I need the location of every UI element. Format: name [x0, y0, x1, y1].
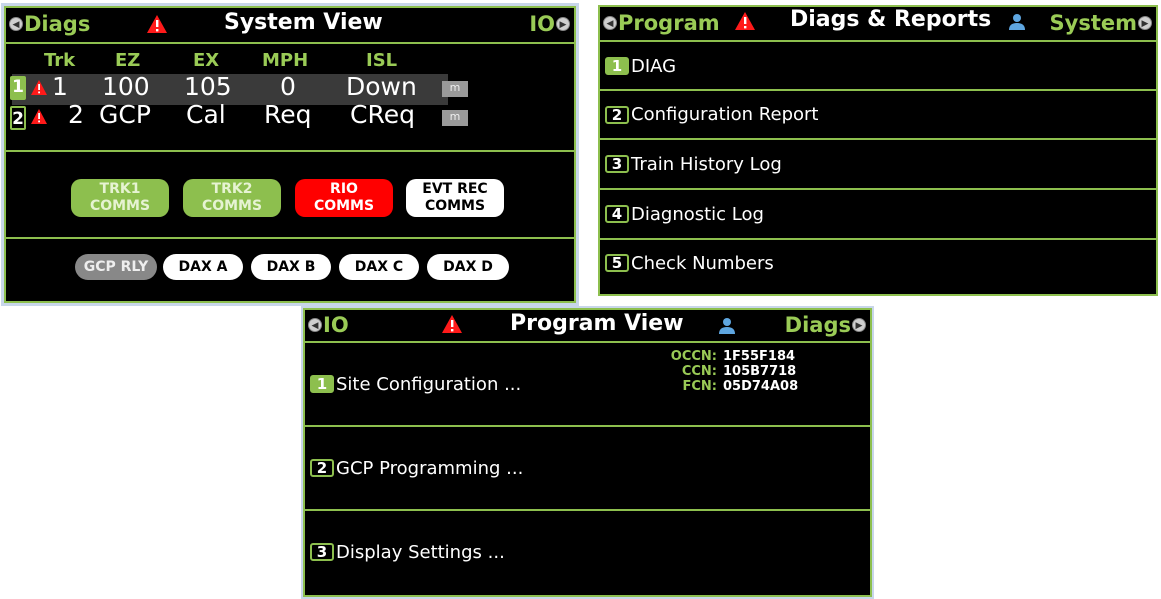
alarm-warning-icon[interactable]: [441, 314, 463, 334]
page-title: System View: [224, 10, 383, 35]
menu-item-label: Diagnostic Log: [631, 203, 764, 225]
isl-value: Down: [346, 72, 417, 101]
ez-value: GCP: [99, 100, 151, 129]
diags-nav-label: Diags: [24, 12, 91, 36]
isl-value: CReq: [350, 100, 415, 129]
row-number-1: 1: [10, 76, 26, 100]
program-nav-button[interactable]: ◀ Program: [603, 11, 720, 35]
system-view-panel: ◀ Diags System View IO ▶ Trk EZ EX MPH I…: [4, 6, 576, 303]
trk2-comms-line1: TRK2: [211, 181, 253, 197]
dax-a-button[interactable]: DAX A: [163, 254, 243, 280]
diags-reports-panel: ◀ Program Diags & Reports System ▶ 1 DIA…: [598, 5, 1158, 296]
menu-item-gcp-programming[interactable]: 2 GCP Programming ...: [305, 427, 870, 511]
alarm-warning-icon[interactable]: [734, 11, 756, 31]
menu-item-number: 1: [605, 57, 629, 75]
menu-item-label: DIAG: [631, 55, 677, 77]
trk1-comms-line1: TRK1: [99, 181, 141, 197]
dax-b-button[interactable]: DAX B: [251, 254, 331, 280]
trk1-comms-line2: COMMS: [89, 198, 151, 214]
program-view-titlebar: ◀ IO Program View Diags ▶: [305, 310, 870, 343]
menu-item-label: Configuration Report: [631, 104, 819, 125]
chevron-right-icon: ▶: [852, 318, 866, 332]
trk2-comms-button[interactable]: TRK2 COMMS: [183, 179, 281, 217]
dax-c-button[interactable]: DAX C: [339, 254, 419, 280]
user-icon[interactable]: [1008, 13, 1026, 31]
divider: [6, 237, 574, 239]
trk1-comms-button[interactable]: TRK1 COMMS: [71, 179, 169, 217]
menu-item-number: 1: [310, 375, 334, 393]
alarm-warning-icon: [31, 109, 47, 124]
chevron-left-icon: ◀: [9, 17, 23, 31]
alarm-warning-icon[interactable]: [146, 14, 168, 34]
evt-rec-comms-line2: COMMS: [424, 198, 486, 214]
column-header-ez: EZ: [115, 50, 141, 71]
menu-item-diag[interactable]: 1 DIAG: [600, 43, 1156, 91]
menu-item-number: 2: [310, 459, 334, 477]
menu-item-site-configuration[interactable]: 1 Site Configuration ...: [305, 343, 870, 427]
menu-item-diagnostic-log[interactable]: 4 Diagnostic Log: [600, 190, 1156, 240]
row-number-2: 2: [10, 106, 26, 130]
chevron-right-icon: ▶: [1138, 16, 1152, 30]
menu-item-number: 3: [310, 543, 334, 561]
trk-value: 2: [68, 100, 84, 129]
io-nav-label: IO: [529, 12, 555, 36]
alarm-warning-icon: [31, 80, 47, 95]
mph-value: 0: [280, 72, 296, 101]
system-view-titlebar: ◀ Diags System View IO ▶: [6, 8, 574, 44]
chevron-right-icon: ▶: [556, 17, 570, 31]
diags-nav-button[interactable]: Diags ▶: [785, 313, 866, 337]
menu-item-label: GCP Programming ...: [336, 457, 524, 479]
io-nav-button[interactable]: ◀ IO: [308, 313, 349, 337]
program-nav-label: Program: [618, 11, 720, 35]
menu-item-train-history-log[interactable]: 3 Train History Log: [600, 140, 1156, 190]
trk2-comms-line2: COMMS: [201, 198, 263, 214]
page-title: Program View: [510, 311, 684, 336]
chevron-left-icon: ◀: [308, 318, 322, 332]
user-icon[interactable]: [718, 317, 736, 335]
ex-value: Cal: [186, 100, 226, 129]
divider: [6, 150, 574, 152]
mph-value: Req: [264, 100, 312, 129]
menu-item-number: 5: [605, 254, 629, 272]
menu-item-label: Check Numbers: [631, 252, 774, 274]
menu-item-display-settings[interactable]: 3 Display Settings ...: [305, 511, 870, 593]
diags-nav-button[interactable]: ◀ Diags: [9, 12, 90, 36]
menu-item-check-numbers[interactable]: 5 Check Numbers: [600, 240, 1156, 286]
menu-item-configuration-report[interactable]: 2 Configuration Report: [600, 91, 1156, 140]
chevron-left-icon: ◀: [603, 16, 617, 30]
column-header-trk: Trk: [44, 50, 76, 71]
evt-rec-comms-line1: EVT REC: [422, 181, 488, 197]
gcp-rly-button[interactable]: GCP RLY: [75, 254, 157, 280]
diags-nav-label: Diags: [784, 313, 851, 337]
system-nav-label: System: [1049, 11, 1137, 35]
ez-value: 100: [102, 72, 150, 101]
maintenance-badge: m: [442, 110, 468, 126]
column-header-isl: ISL: [366, 50, 398, 71]
menu-item-number: 3: [605, 155, 629, 173]
menu-item-number: 4: [605, 205, 629, 223]
rio-comms-line2: COMMS: [313, 198, 375, 214]
menu-item-label: Site Configuration ...: [336, 373, 522, 395]
column-header-ex: EX: [193, 50, 220, 71]
dax-d-button[interactable]: DAX D: [427, 254, 509, 280]
menu-item-number: 2: [605, 105, 629, 124]
trk-value: 1: [52, 72, 68, 101]
evt-rec-comms-button[interactable]: EVT REC COMMS: [406, 179, 504, 217]
program-view-panel: ◀ IO Program View Diags ▶ OCCN: 1F55F184 …: [303, 308, 872, 597]
menu-item-label: Train History Log: [631, 153, 782, 175]
rio-comms-line1: RIO: [330, 181, 358, 197]
rio-comms-button[interactable]: RIO COMMS: [295, 179, 393, 217]
maintenance-badge: m: [442, 81, 468, 97]
system-nav-button[interactable]: System ▶: [1050, 11, 1152, 35]
io-nav-button[interactable]: IO ▶: [529, 12, 570, 36]
diags-reports-titlebar: ◀ Program Diags & Reports System ▶: [600, 7, 1156, 42]
io-nav-label: IO: [323, 313, 349, 337]
menu-item-label: Display Settings ...: [336, 541, 505, 563]
ex-value: 105: [184, 72, 232, 101]
page-title: Diags & Reports: [790, 7, 992, 32]
column-header-mph: MPH: [262, 50, 309, 71]
